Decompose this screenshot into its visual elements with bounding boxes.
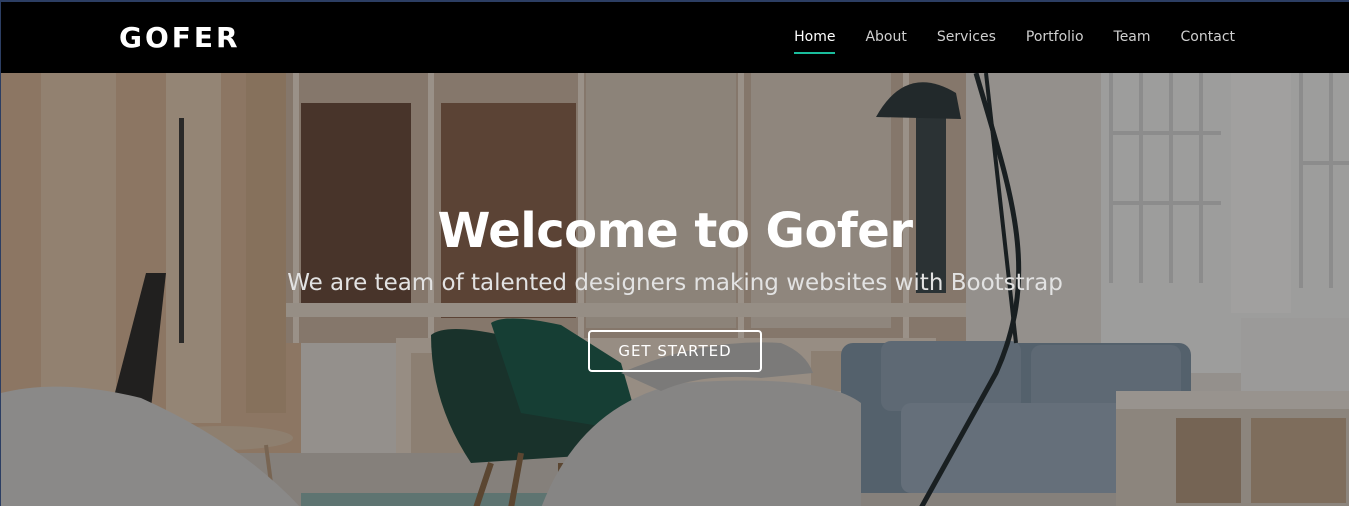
hero-content: Welcome to Gofer We are team of talented… (1, 203, 1349, 372)
brand-logo[interactable]: GOFER (119, 21, 241, 54)
hero-title: Welcome to Gofer (437, 203, 913, 259)
nav-link-about[interactable]: About (865, 29, 906, 54)
navbar: GOFER Home About Services Portfolio Team… (1, 2, 1349, 73)
nav-link-team[interactable]: Team (1114, 29, 1151, 54)
nav-link-services[interactable]: Services (937, 29, 996, 54)
nav-link-contact[interactable]: Contact (1181, 29, 1235, 54)
nav-link-portfolio[interactable]: Portfolio (1026, 29, 1084, 54)
main-nav: Home About Services Portfolio Team Conta… (764, 29, 1235, 54)
hero-subtitle: We are team of talented designers making… (287, 270, 1063, 296)
nav-link-home[interactable]: Home (794, 29, 836, 54)
get-started-button[interactable]: GET STARTED (588, 330, 762, 372)
page: GOFER Home About Services Portfolio Team… (0, 0, 1349, 506)
hero-section: Welcome to Gofer We are team of talented… (1, 73, 1349, 506)
